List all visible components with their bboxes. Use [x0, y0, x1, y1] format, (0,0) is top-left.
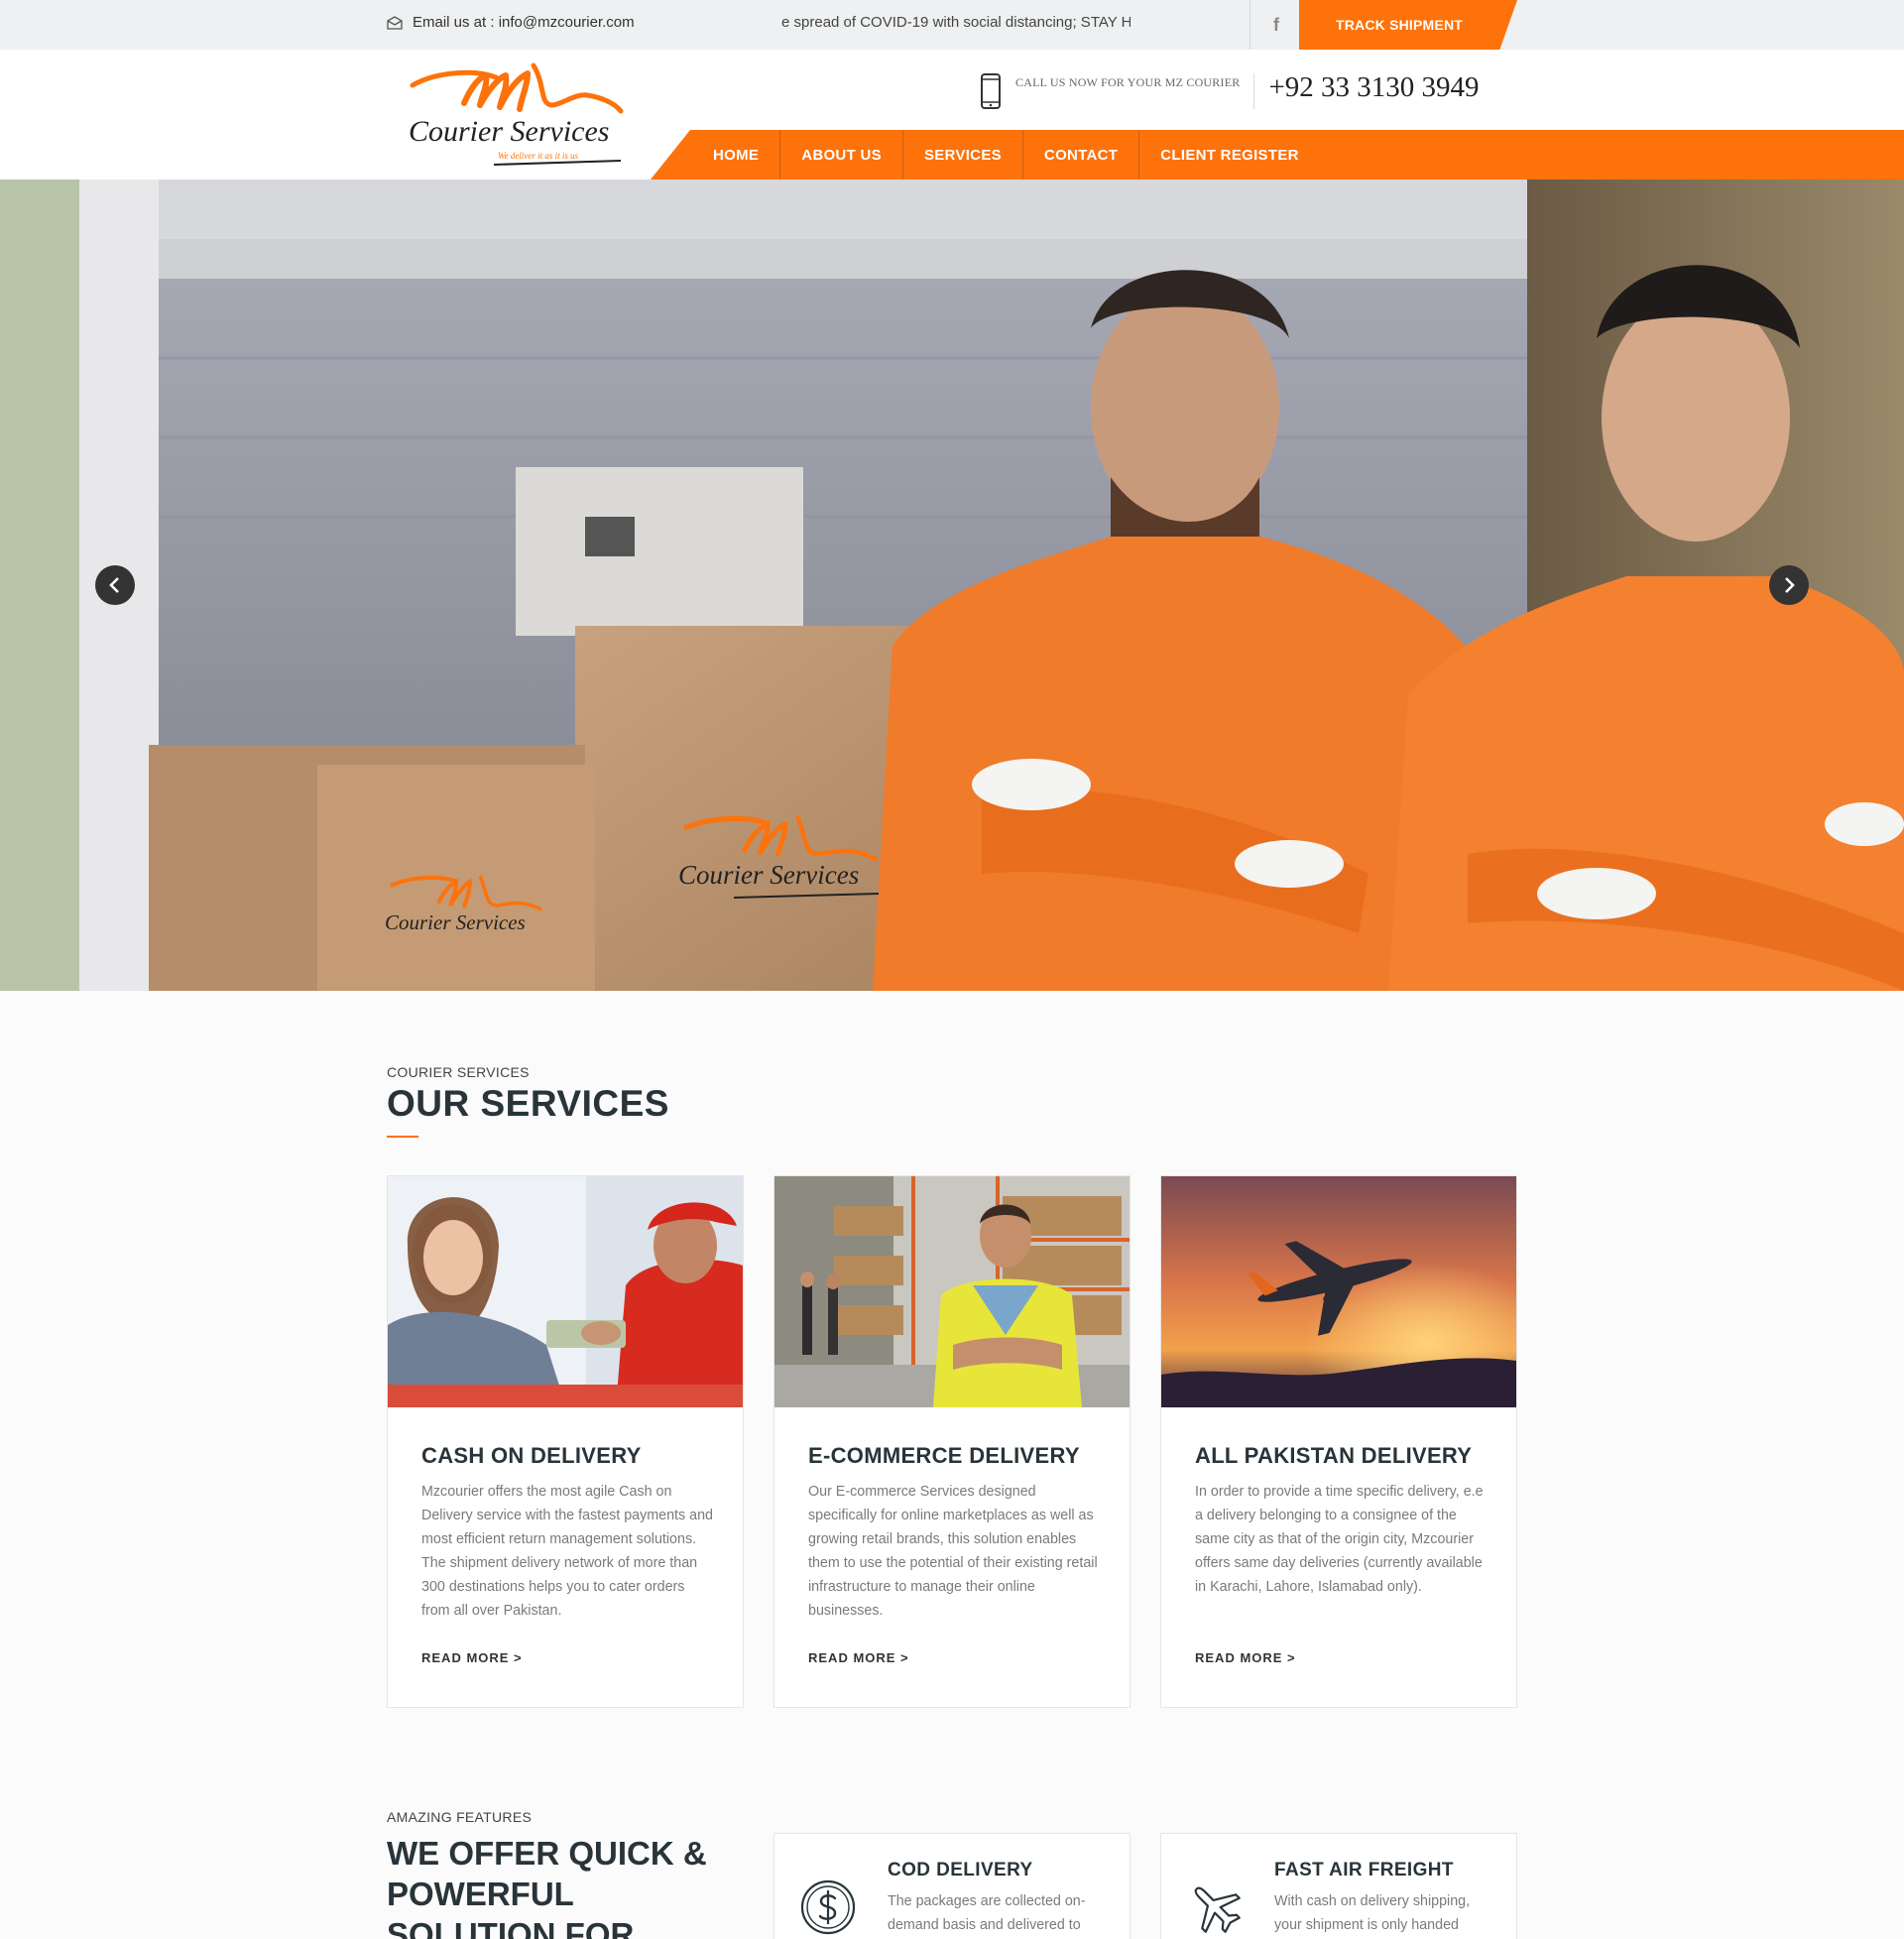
service-card-all-pakistan: ALL PAKISTAN DELIVERY In order to provid… — [1160, 1175, 1517, 1708]
read-more-link[interactable]: READ MORE > — [1195, 1650, 1296, 1665]
top-bar: Email us at : info@mzcourier.com e sprea… — [0, 0, 1904, 50]
feature-text: With cash on delivery shipping, your shi… — [1274, 1893, 1471, 1933]
service-card-cod: CASH ON DELIVERY Mzcourier offers the mo… — [387, 1175, 744, 1708]
nav-about-us[interactable]: ABOUT US — [780, 130, 903, 180]
nav-home[interactable]: HOME — [692, 130, 781, 180]
logo-tagline: We deliver it as it is us — [498, 151, 579, 161]
logo-mark — [410, 62, 624, 114]
track-shipment-button[interactable]: TRACK SHIPMENT — [1299, 0, 1517, 50]
service-title: E-COMMERCE DELIVERY — [808, 1443, 1080, 1468]
main-nav: HOME ABOUT US SERVICES CONTACT CLIENT RE… — [651, 130, 1904, 180]
envelope-icon — [387, 15, 403, 30]
read-more-link[interactable]: READ MORE > — [421, 1650, 523, 1665]
service-title: ALL PAKISTAN DELIVERY — [1195, 1443, 1473, 1468]
call-divider — [1253, 73, 1255, 109]
facebook-icon: f — [1273, 14, 1279, 35]
service-text: Our E-commerce Services designed specifi… — [808, 1484, 1098, 1619]
phone-number[interactable]: +92 33 3130 3949 — [1268, 71, 1479, 104]
chevron-right-icon — [1785, 577, 1795, 593]
dollar-circle-icon — [800, 1879, 856, 1935]
call-text: CALL US NOW FOR YOUR MZ COURIER — [1015, 75, 1241, 89]
service-title: CASH ON DELIVERY — [421, 1443, 642, 1468]
box-logo-small-text: Courier Services — [385, 910, 526, 934]
box-logo-large-text: Courier Services — [678, 860, 859, 890]
logo-brand: Courier Services — [409, 115, 609, 148]
hero-slider: Courier Services Courier Services — [0, 180, 1904, 991]
chevron-left-icon — [109, 577, 119, 593]
features-title: WE OFFER QUICK & POWERFUL SOLUTION FOR — [387, 1835, 707, 1939]
service-card-ecommerce: E-COMMERCE DELIVERY Our E-commerce Servi… — [774, 1175, 1130, 1708]
cod-image — [388, 1176, 743, 1407]
ecommerce-image — [774, 1176, 1130, 1407]
feature-text: The packages are collected on-demand bas… — [888, 1893, 1086, 1933]
hero-image — [0, 180, 1904, 991]
logo-underline — [493, 160, 622, 166]
call-box: CALL US NOW FOR YOUR MZ COURIER +92 33 3… — [980, 69, 1480, 109]
mobile-phone-icon — [981, 73, 1001, 109]
box-logo-small: Courier Services — [385, 875, 542, 934]
track-shipment-label: TRACK SHIPMENT — [1335, 17, 1464, 33]
slider-prev-button[interactable] — [95, 565, 135, 605]
read-more-link[interactable]: READ MORE > — [808, 1650, 909, 1665]
airplane-icon — [1194, 1886, 1241, 1933]
facebook-link[interactable]: f — [1251, 0, 1301, 50]
feature-card-air-freight: FAST AIR FREIGHT With cash on delivery s… — [1160, 1833, 1517, 1939]
services-kicker: COURIER SERVICES — [387, 1064, 530, 1080]
marquee-text: e spread of COVID-19 with social distanc… — [781, 14, 1130, 31]
services-title: OUR SERVICES — [387, 1083, 669, 1124]
nav-contact[interactable]: CONTACT — [1023, 130, 1140, 180]
features-kicker: AMAZING FEATURES — [387, 1809, 533, 1825]
feature-title: FAST AIR FREIGHT — [1274, 1860, 1454, 1880]
feature-card-cod: COD DELIVERY The packages are collected … — [774, 1833, 1130, 1939]
site-logo[interactable]: Courier Services We deliver it as it is … — [407, 56, 625, 173]
nav-client-register[interactable]: CLIENT REGISTER — [1139, 130, 1320, 180]
services-title-rule — [387, 1136, 418, 1138]
service-text: In order to provide a time specific deli… — [1195, 1484, 1484, 1595]
nav-services[interactable]: SERVICES — [903, 130, 1023, 180]
service-text: Mzcourier offers the most agile Cash on … — [421, 1484, 714, 1619]
email-label: Email us at : info@mzcourier.com — [413, 14, 635, 31]
box-logo-large: Courier Services — [678, 815, 880, 899]
feature-title: COD DELIVERY — [888, 1860, 1033, 1880]
email-contact[interactable]: Email us at : info@mzcourier.com — [387, 14, 635, 31]
air-delivery-image — [1161, 1176, 1516, 1407]
covid-marquee: e spread of COVID-19 with social distanc… — [781, 14, 1130, 31]
slider-next-button[interactable] — [1769, 565, 1809, 605]
